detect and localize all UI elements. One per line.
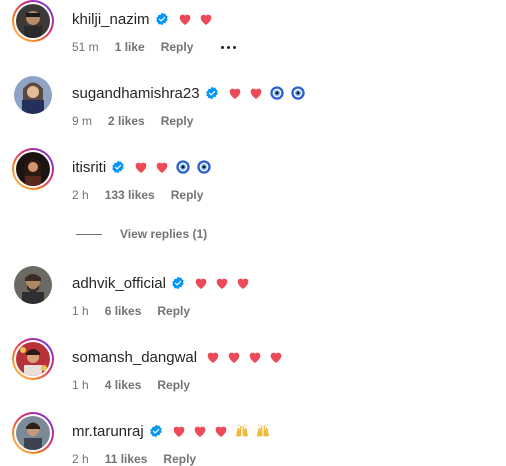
reply-button[interactable]: Reply — [157, 304, 190, 318]
view-replies-button[interactable]: View replies (1) — [76, 226, 207, 242]
verified-badge-icon — [155, 12, 169, 26]
comment-time: 51 m — [72, 40, 99, 54]
heart-emoji-icon — [247, 349, 263, 365]
reply-button[interactable]: Reply — [157, 378, 190, 392]
comment-time: 2 h — [72, 188, 89, 202]
reply-button[interactable]: Reply — [171, 188, 204, 202]
comment-time: 1 h — [72, 304, 89, 318]
comment-likes[interactable]: 2 likes — [108, 114, 145, 128]
comment-time: 2 h — [72, 452, 89, 466]
nazar-amulet-emoji-icon — [175, 159, 191, 175]
avatar[interactable] — [12, 148, 54, 190]
divider — [76, 233, 102, 235]
verified-badge-icon — [205, 86, 219, 100]
reply-button[interactable]: Reply — [161, 40, 194, 54]
comment-username[interactable]: somansh_dangwal — [72, 349, 197, 366]
comment-username[interactable]: adhvik_official — [72, 275, 166, 292]
comment-text — [177, 11, 219, 27]
avatar[interactable] — [12, 412, 54, 454]
raised-hands-emoji-icon — [255, 423, 271, 439]
heart-emoji-icon — [192, 423, 208, 439]
comment-item: mr.tarunraj 2 h 11 likes Reply — [12, 412, 502, 466]
comment-text — [205, 349, 289, 365]
comment-item: sugandhamishra23 9 m 2 likes Reply — [12, 74, 502, 134]
heart-emoji-icon — [205, 349, 221, 365]
nazar-amulet-emoji-icon — [269, 85, 285, 101]
comment-username[interactable]: khilji_nazim — [72, 11, 150, 28]
heart-emoji-icon — [213, 423, 229, 439]
comment-username[interactable]: itisriti — [72, 159, 106, 176]
raised-hands-emoji-icon — [234, 423, 250, 439]
comment-text — [193, 275, 256, 291]
comment-text — [227, 85, 311, 101]
comment-text — [133, 159, 217, 175]
comment-item: itisriti 2 h 133 likes Reply — [12, 148, 502, 208]
comment-item: khilji_nazim 51 m 1 like Reply — [12, 0, 502, 60]
comment-time: 1 h — [72, 378, 89, 392]
comment-item: adhvik_official 1 h 6 likes Reply — [12, 264, 502, 324]
nazar-amulet-emoji-icon — [196, 159, 212, 175]
comment-likes[interactable]: 6 likes — [105, 304, 142, 318]
comment-likes[interactable]: 133 likes — [105, 188, 155, 202]
avatar[interactable] — [12, 74, 54, 116]
comment-likes[interactable]: 1 like — [115, 40, 145, 54]
comment-time: 9 m — [72, 114, 93, 128]
comment-username[interactable]: sugandhamishra23 — [72, 85, 200, 102]
heart-emoji-icon — [248, 85, 264, 101]
avatar[interactable] — [12, 0, 54, 42]
avatar[interactable] — [12, 264, 54, 306]
reply-button[interactable]: Reply — [161, 114, 194, 128]
verified-badge-icon — [171, 276, 185, 290]
comment-likes[interactable]: 11 likes — [105, 452, 148, 466]
heart-emoji-icon — [193, 275, 209, 291]
comment-text — [171, 423, 276, 439]
more-options-icon[interactable] — [221, 45, 237, 49]
verified-badge-icon — [111, 160, 125, 174]
reply-button[interactable]: Reply — [163, 452, 196, 466]
heart-emoji-icon — [226, 349, 242, 365]
heart-emoji-icon — [268, 349, 284, 365]
heart-emoji-icon — [198, 11, 214, 27]
heart-emoji-icon — [235, 275, 251, 291]
comment-username[interactable]: mr.tarunraj — [72, 423, 144, 440]
comment-likes[interactable]: 4 likes — [105, 378, 142, 392]
avatar[interactable] — [12, 338, 54, 380]
comment-item: somansh_dangwal 1 h 4 likes Reply — [12, 338, 502, 398]
view-replies-label: View replies (1) — [120, 227, 208, 241]
heart-emoji-icon — [171, 423, 187, 439]
heart-emoji-icon — [227, 85, 243, 101]
heart-emoji-icon — [177, 11, 193, 27]
nazar-amulet-emoji-icon — [290, 85, 306, 101]
heart-emoji-icon — [214, 275, 230, 291]
heart-emoji-icon — [154, 159, 170, 175]
verified-badge-icon — [149, 424, 163, 438]
heart-emoji-icon — [133, 159, 149, 175]
